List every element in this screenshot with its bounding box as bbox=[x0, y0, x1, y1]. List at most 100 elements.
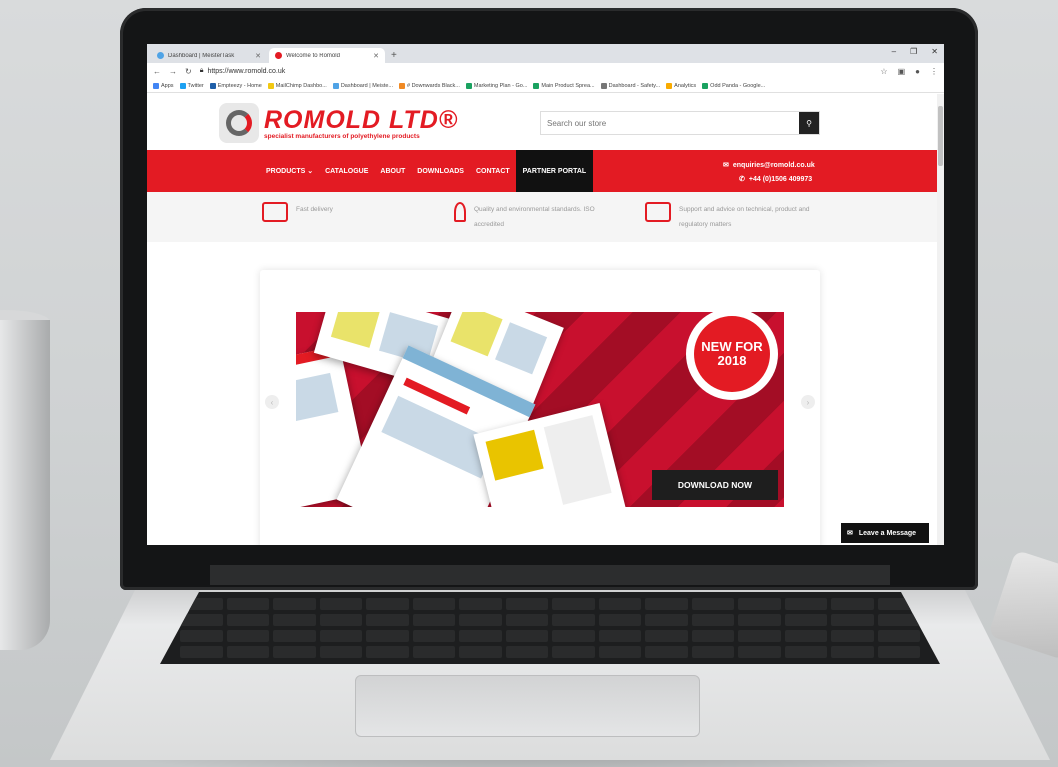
bookmark-item[interactable]: Dashboard - Safety... bbox=[600, 82, 661, 89]
keyboard-key bbox=[552, 646, 595, 658]
envelope-icon: ✉ bbox=[723, 162, 729, 169]
tab-bar: Dashboard | MeisterTask ✕ Welcome to Rom… bbox=[147, 44, 944, 63]
tab-romold[interactable]: Welcome to Romold ✕ bbox=[269, 48, 385, 63]
keyboard-key bbox=[273, 630, 316, 642]
chat-label: Leave a Message bbox=[858, 529, 917, 537]
bookmark-label: Dashboard - Safety... bbox=[608, 82, 661, 89]
logo[interactable]: ROMOLD LTD® specialist manufacturers of … bbox=[219, 103, 458, 143]
keyboard-key bbox=[459, 614, 502, 626]
keyboard-key bbox=[180, 630, 223, 642]
keyboard-key bbox=[831, 646, 874, 658]
mug bbox=[0, 320, 50, 650]
bookmark-favicon-icon bbox=[209, 82, 216, 89]
new-tab-button[interactable]: + bbox=[391, 48, 397, 63]
tab-title: Welcome to Romold bbox=[286, 52, 340, 59]
nav-about[interactable]: ABOUT bbox=[374, 150, 411, 192]
keyboard-key bbox=[691, 630, 734, 642]
nav-catalogue[interactable]: CATALOGUE bbox=[319, 150, 374, 192]
bookmark-label: Empteezy - Home bbox=[217, 82, 262, 89]
keyboard-key bbox=[505, 646, 548, 658]
extension-icon[interactable]: ▣ bbox=[898, 67, 906, 76]
back-icon[interactable]: ← bbox=[153, 67, 161, 76]
search-input[interactable] bbox=[541, 112, 799, 134]
keyboard-key bbox=[738, 614, 781, 626]
search-icon: ⚲ bbox=[806, 118, 812, 128]
carousel-prev-icon[interactable]: ‹ bbox=[265, 395, 279, 409]
bookmark-item[interactable]: Apps bbox=[153, 82, 174, 89]
keyboard-key bbox=[226, 614, 269, 626]
profile-icon[interactable]: ● bbox=[915, 67, 920, 76]
url-text: https://www.romold.co.uk bbox=[207, 67, 286, 75]
tab-meistertask[interactable]: Dashboard | MeisterTask ✕ bbox=[151, 48, 267, 63]
keyboard-key bbox=[831, 598, 874, 610]
url-field[interactable]: 🔒︎ https://www.romold.co.uk bbox=[200, 65, 873, 77]
keyboard-key bbox=[552, 630, 595, 642]
close-window-icon[interactable]: ✕ bbox=[931, 47, 938, 56]
nav-partner-portal[interactable]: PARTNER PORTAL bbox=[515, 150, 594, 192]
bookmark-item[interactable]: Marketing Plan - Go... bbox=[465, 82, 527, 89]
keyboard-key bbox=[784, 614, 827, 626]
bookmark-item[interactable]: Odd Panda - Google... bbox=[702, 82, 766, 89]
bookmark-favicon-icon bbox=[267, 82, 274, 89]
bookmark-label: Odd Panda - Google... bbox=[710, 82, 766, 89]
brand-tagline: specialist manufacturers of polyethylene… bbox=[264, 132, 420, 140]
bookmark-item[interactable]: MailChimp Dashbo... bbox=[267, 82, 327, 89]
bookmark-item[interactable]: Dashboard | Meiste... bbox=[332, 82, 393, 89]
bookmarks-bar: Apps Twitter Empteezy - Home MailChimp Dash… bbox=[147, 79, 944, 93]
keyboard-key bbox=[738, 630, 781, 642]
bookmark-favicon-icon bbox=[179, 82, 186, 89]
keyboard-key bbox=[645, 614, 688, 626]
keyboard-key bbox=[412, 614, 455, 626]
download-now-button[interactable]: DOWNLOAD NOW bbox=[652, 470, 778, 500]
maximize-icon[interactable]: ❐ bbox=[910, 47, 917, 56]
menu-icon[interactable]: ⋮ bbox=[930, 67, 938, 76]
carousel-next-icon[interactable]: › bbox=[801, 395, 815, 409]
usp-item: Support and advice on technical, product… bbox=[645, 202, 825, 232]
usp-text: Support and advice on technical, product… bbox=[679, 206, 810, 228]
keyboard-key bbox=[877, 614, 920, 626]
bookmark-label: Dashboard | Meiste... bbox=[340, 82, 393, 89]
leave-message-button[interactable]: ✉ Leave a Message bbox=[841, 523, 929, 543]
contact-phone[interactable]: +44 (0)1506 409973 bbox=[749, 176, 812, 183]
keyboard-key bbox=[459, 646, 502, 658]
close-tab-icon[interactable]: ✕ bbox=[373, 52, 379, 60]
reload-icon[interactable]: ↻ bbox=[185, 67, 192, 76]
minimize-icon[interactable]: – bbox=[892, 47, 896, 56]
bookmark-item[interactable]: Empteezy - Home bbox=[209, 82, 262, 89]
bookmark-favicon-icon bbox=[399, 82, 405, 89]
bookmark-item[interactable]: Twitter bbox=[179, 82, 204, 89]
bookmark-label: # Downwards Black... bbox=[407, 82, 460, 89]
search-button[interactable]: ⚲ bbox=[799, 112, 819, 134]
contact-email[interactable]: enquiries@romold.co.uk bbox=[733, 162, 815, 169]
bookmark-item[interactable]: # Downwards Black... bbox=[399, 82, 460, 89]
nav-products[interactable]: PRODUCTS ⌄ bbox=[260, 150, 319, 192]
close-tab-icon[interactable]: ✕ bbox=[255, 52, 261, 60]
bookmark-favicon-icon bbox=[332, 82, 339, 89]
bookmark-favicon-icon bbox=[465, 82, 472, 89]
keyboard-key bbox=[598, 630, 641, 642]
keyboard-key bbox=[505, 614, 548, 626]
page-scrollbar[interactable] bbox=[937, 94, 944, 545]
catalogue-banner[interactable]: NEW FOR 2018 DOWNLOAD NOW bbox=[296, 312, 784, 507]
nav-downloads[interactable]: DOWNLOADS bbox=[411, 150, 470, 192]
nav-contact[interactable]: CONTACT bbox=[470, 150, 516, 192]
keyboard-key bbox=[831, 630, 874, 642]
bookmark-item[interactable]: Main Product Sprea... bbox=[533, 82, 595, 89]
keyboard-key bbox=[366, 598, 409, 610]
keyboard-key bbox=[784, 598, 827, 610]
bookmark-favicon-icon bbox=[702, 82, 709, 89]
keyboard-key bbox=[226, 630, 269, 642]
star-icon[interactable]: ☆ bbox=[880, 67, 887, 76]
forward-icon[interactable]: → bbox=[169, 67, 177, 76]
bookmark-label: Twitter bbox=[187, 82, 204, 89]
romold-site: ROMOLD LTD® specialist manufacturers of … bbox=[147, 94, 937, 545]
keyboard-key bbox=[645, 630, 688, 642]
bookmark-favicon-icon bbox=[533, 82, 540, 89]
keyboard-key bbox=[226, 598, 269, 610]
envelope-icon: ✉ bbox=[847, 530, 853, 537]
bookmark-item[interactable]: Analytics bbox=[666, 82, 696, 89]
keyboard-key bbox=[831, 614, 874, 626]
keyboard-key bbox=[784, 630, 827, 642]
lock-icon: 🔒︎ bbox=[199, 67, 204, 74]
keyboard-key bbox=[319, 646, 362, 658]
